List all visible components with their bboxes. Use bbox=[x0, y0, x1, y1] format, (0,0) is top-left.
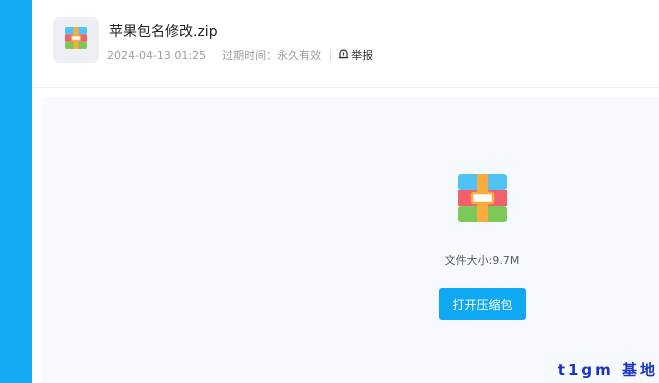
file-name: 苹果包名修改.zip bbox=[109, 24, 218, 40]
upload-time: 2024-04-13 01:25 bbox=[107, 48, 207, 62]
report-flag-icon bbox=[338, 48, 351, 62]
report-link[interactable]: 举报 bbox=[338, 47, 373, 63]
watermark-text: t1gm 基地 bbox=[557, 361, 658, 379]
file-header: 苹果包名修改.zip 2024-04-13 01:25 过期时间：永久有效 举报 bbox=[32, 0, 659, 88]
left-accent-bar bbox=[0, 0, 32, 383]
report-label: 举报 bbox=[351, 49, 374, 62]
expire-info: 过期时间：永久有效 bbox=[222, 49, 322, 62]
file-thumbnail bbox=[53, 17, 99, 63]
open-archive-button[interactable]: 打开压缩包 bbox=[439, 288, 526, 320]
zip-archive-large-icon bbox=[458, 174, 507, 226]
file-size: 文件大小:9.7M bbox=[444, 254, 520, 267]
zip-archive-icon bbox=[65, 27, 87, 53]
meta-divider bbox=[330, 49, 332, 61]
file-meta: 2024-04-13 01:25 过期时间：永久有效 举报 bbox=[107, 47, 373, 63]
file-preview-panel: 文件大小:9.7M 打开压缩包 bbox=[42, 97, 659, 383]
